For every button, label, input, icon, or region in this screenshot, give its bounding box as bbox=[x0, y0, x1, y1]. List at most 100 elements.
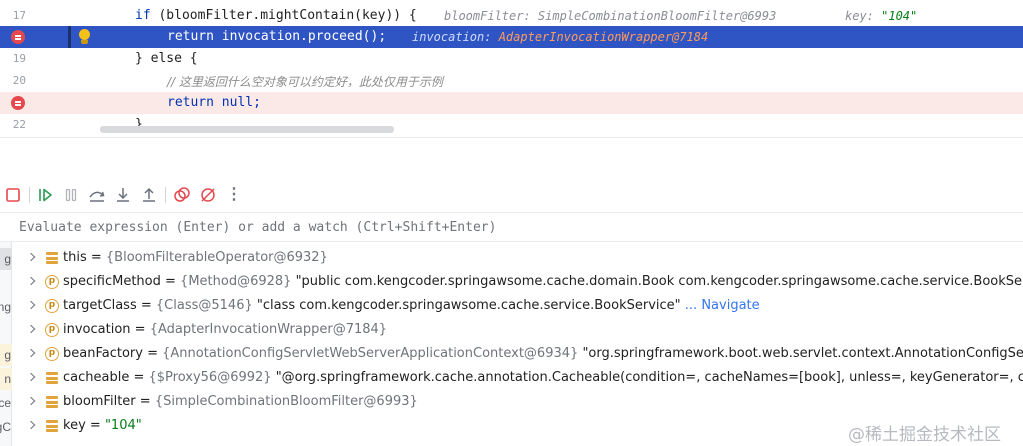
variable-row[interactable]: cacheable = {$Proxy56@6992} "@org.spring… bbox=[12, 366, 1023, 390]
variable-row[interactable]: bloomFilter = {SimpleCombinationBloomFil… bbox=[12, 390, 1023, 414]
step-over-icon bbox=[89, 191, 105, 202]
inline-debug-value: key: "104" bbox=[845, 9, 918, 23]
variable-name: cacheable bbox=[63, 370, 130, 385]
expand-chevron-icon[interactable] bbox=[26, 371, 38, 385]
expand-chevron-icon[interactable] bbox=[26, 347, 38, 361]
variable-name: beanFactory bbox=[63, 346, 143, 361]
view-breakpoints-icon bbox=[174, 187, 190, 202]
expand-chevron-icon[interactable] bbox=[26, 323, 38, 337]
field-icon bbox=[45, 251, 59, 265]
navigate-link[interactable]: ... Navigate bbox=[685, 298, 760, 313]
variable-name: key bbox=[63, 418, 86, 433]
inline-debug-value: invocation: AdapterInvocationWrapper@718… bbox=[412, 30, 709, 44]
variable-type: {SimpleCombinationBloomFilter@6993} bbox=[154, 394, 418, 409]
resume-button[interactable] bbox=[35, 185, 55, 205]
horizontal-scrollbar[interactable] bbox=[100, 126, 394, 133]
more-options-button[interactable]: ⋮ bbox=[224, 185, 244, 205]
field-icon bbox=[45, 371, 59, 385]
expand-chevron-icon[interactable] bbox=[26, 419, 38, 433]
pause-button[interactable] bbox=[61, 185, 81, 205]
expand-chevron-icon[interactable] bbox=[26, 299, 38, 313]
divider bbox=[0, 212, 1023, 213]
parameter-icon: p bbox=[45, 299, 59, 313]
pause-icon bbox=[65, 188, 77, 202]
code-text: return invocation.proceed(); bbox=[167, 29, 387, 44]
code-line-18-execution-point[interactable]: 18 return invocation.proceed(); invocati… bbox=[0, 26, 1023, 48]
code-line-19[interactable]: 19 } else { bbox=[0, 48, 1023, 70]
parameter-icon: p bbox=[45, 275, 59, 289]
variable-value: "104" bbox=[104, 418, 142, 433]
frame-item[interactable]: g bbox=[0, 248, 12, 270]
code-line-21-breakpoint[interactable]: 21 return null; bbox=[0, 92, 1023, 114]
evaluate-expression-input[interactable] bbox=[10, 214, 1023, 240]
field-icon bbox=[45, 419, 59, 433]
frame-item[interactable]: ce bbox=[0, 392, 12, 414]
breakpoint-icon[interactable] bbox=[11, 30, 25, 44]
variable-type: {AdapterInvocationWrapper@7184} bbox=[149, 322, 388, 337]
variable-value: "org.springframework.boot.web.servlet.co… bbox=[582, 346, 1023, 361]
variable-name: this bbox=[63, 250, 87, 265]
expand-chevron-icon[interactable] bbox=[26, 275, 38, 289]
step-out-button[interactable] bbox=[139, 185, 159, 205]
code-text: return null; bbox=[167, 95, 261, 110]
line-number: 20 bbox=[12, 74, 26, 87]
watermark: @稀土掘金技术社区 bbox=[848, 425, 1001, 445]
mute-breakpoints-button[interactable] bbox=[198, 185, 218, 205]
variable-value: "@org.springframework.cache.annotation.C… bbox=[275, 370, 1023, 385]
frame-item[interactable]: n bbox=[0, 368, 12, 390]
variable-row[interactable]: p invocation = {AdapterInvocationWrapper… bbox=[12, 318, 1023, 342]
divider bbox=[0, 241, 1023, 242]
code-text: } else { bbox=[135, 51, 198, 66]
code-editor[interactable]: 17 if (bloomFilter.mightContain(key)) { … bbox=[0, 0, 1023, 137]
toolbar-separator bbox=[29, 187, 30, 203]
frame-item[interactable]: gC bbox=[0, 416, 12, 438]
resume-icon bbox=[39, 188, 52, 202]
variable-row[interactable]: p beanFactory = {AnnotationConfigServlet… bbox=[12, 342, 1023, 366]
variable-type: {Method@6928} bbox=[180, 274, 292, 289]
line-number: 17 bbox=[12, 9, 26, 22]
breakpoint-icon[interactable] bbox=[11, 96, 25, 110]
variable-name: specificMethod bbox=[63, 274, 161, 289]
divider bbox=[0, 137, 1023, 138]
variable-type: {Class@5146} bbox=[155, 298, 253, 313]
frame-item[interactable]: g bbox=[0, 344, 12, 366]
field-icon bbox=[45, 395, 59, 409]
step-into-icon bbox=[117, 188, 129, 202]
code-line-20[interactable]: 20 // 这里返回什么空对象可以约定好，此处仅用于示例 bbox=[0, 70, 1023, 92]
stop-icon bbox=[6, 188, 20, 202]
code-line-17[interactable]: 17 if (bloomFilter.mightContain(key)) { … bbox=[0, 5, 1023, 27]
step-over-button[interactable] bbox=[87, 185, 107, 205]
lightbulb-icon[interactable] bbox=[78, 29, 91, 45]
variable-name: invocation bbox=[63, 322, 131, 337]
variable-row[interactable]: p specificMethod = {Method@6928} "public… bbox=[12, 270, 1023, 294]
frame-item[interactable]: ng bbox=[0, 296, 12, 318]
view-breakpoints-button[interactable] bbox=[172, 185, 192, 205]
code-text: if (bloomFilter.mightContain(key)) { bbox=[135, 8, 417, 23]
variable-type: {AnnotationConfigServletWebServerApplica… bbox=[162, 346, 579, 361]
variable-value: "class com.kengcoder.springawsome.cache.… bbox=[256, 298, 681, 313]
parameter-icon: p bbox=[45, 347, 59, 361]
toolbar-separator bbox=[165, 187, 166, 203]
frame-item[interactable] bbox=[0, 320, 12, 342]
execution-point-marker bbox=[68, 26, 71, 48]
inline-debug-value: bloomFilter: SimpleCombinationBloomFilte… bbox=[444, 9, 777, 23]
mute-breakpoints-icon bbox=[201, 188, 215, 202]
variable-row[interactable]: this = {BloomFilterableOperator@6932} bbox=[12, 246, 1023, 270]
frames-panel-edge: g ng g n ce gC bbox=[0, 242, 12, 446]
variable-type: {BloomFilterableOperator@6932} bbox=[105, 250, 328, 265]
parameter-icon: p bbox=[45, 323, 59, 337]
variable-row[interactable]: p targetClass = {Class@5146} "class com.… bbox=[12, 294, 1023, 318]
variables-tree: this = {BloomFilterableOperator@6932} p … bbox=[12, 246, 1023, 446]
variable-name: bloomFilter bbox=[63, 394, 136, 409]
line-number: 19 bbox=[12, 52, 26, 65]
line-number: 22 bbox=[12, 118, 26, 131]
variable-name: targetClass bbox=[63, 298, 137, 313]
step-into-button[interactable] bbox=[113, 185, 133, 205]
debugger-toolbar: ⋮ bbox=[0, 180, 1023, 210]
variable-value: "public com.kengcoder.springawsome.cache… bbox=[295, 274, 1023, 289]
variable-type: {$Proxy56@6992} bbox=[148, 370, 272, 385]
stop-button[interactable] bbox=[3, 185, 23, 205]
expand-chevron-icon[interactable] bbox=[26, 251, 38, 265]
step-out-icon bbox=[143, 187, 155, 202]
expand-chevron-icon[interactable] bbox=[26, 395, 38, 409]
